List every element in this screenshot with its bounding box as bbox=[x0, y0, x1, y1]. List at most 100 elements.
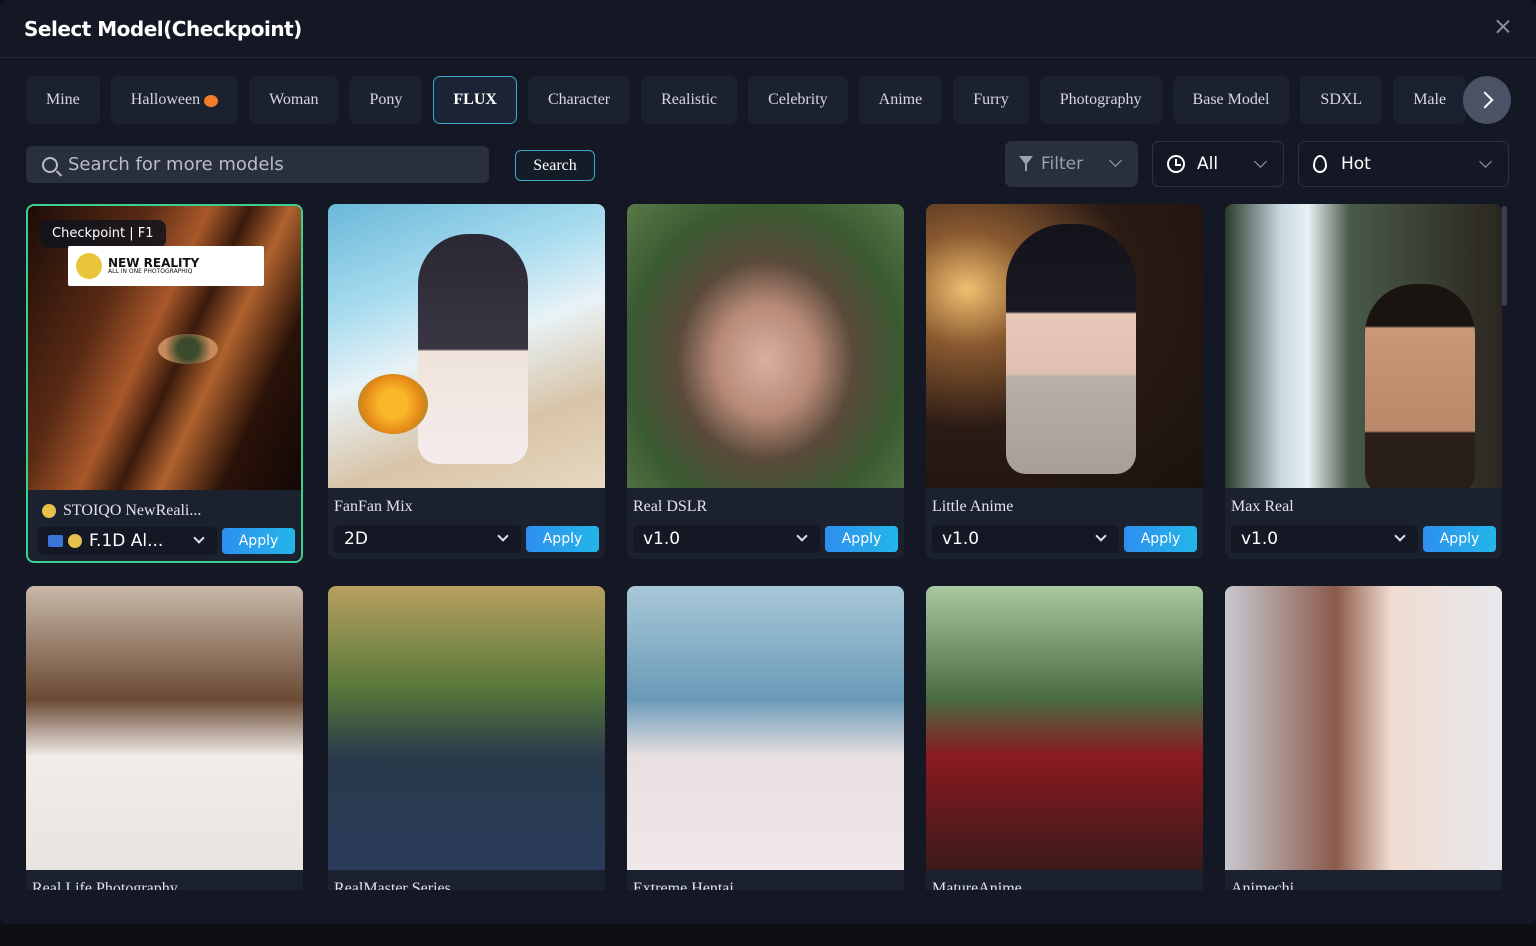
pumpkin-icon bbox=[204, 95, 219, 107]
chevron-down-icon bbox=[193, 532, 205, 544]
version-select[interactable]: F.1D Al... bbox=[38, 527, 217, 555]
new-badge-icon bbox=[48, 535, 63, 547]
version-select[interactable]: v1.0 bbox=[1231, 525, 1418, 553]
model-card[interactable]: FanFan Mix 2D Apply bbox=[328, 204, 605, 559]
tab-base-model[interactable]: Base Model bbox=[1172, 76, 1290, 124]
tab-celebrity[interactable]: Celebrity bbox=[748, 76, 848, 124]
model-thumbnail bbox=[926, 586, 1203, 870]
chevron-down-icon bbox=[796, 530, 808, 542]
version-label: v1.0 bbox=[1241, 529, 1279, 549]
version-label: 2D bbox=[344, 529, 368, 549]
model-card[interactable]: MatureAnime bbox=[926, 586, 1203, 916]
model-card[interactable]: Checkpoint | F1 NEW REALITY ALL IN ONE P… bbox=[26, 204, 303, 563]
close-icon[interactable] bbox=[1494, 18, 1512, 36]
chevron-down-icon bbox=[1479, 155, 1492, 168]
model-name: FanFan Mix bbox=[334, 498, 413, 515]
sort-label: Hot bbox=[1341, 154, 1371, 174]
model-name: Little Anime bbox=[932, 498, 1014, 515]
chevron-right-icon bbox=[1476, 91, 1493, 109]
tab-character[interactable]: Character bbox=[527, 76, 631, 124]
tab-photography[interactable]: Photography bbox=[1039, 76, 1162, 124]
flame-icon bbox=[1313, 155, 1327, 173]
apply-button[interactable]: Apply bbox=[825, 526, 898, 552]
model-name-label: STOIQO NewReali... bbox=[63, 502, 202, 519]
modal-footer bbox=[0, 890, 1536, 925]
model-type-badge: Checkpoint | F1 bbox=[40, 220, 166, 248]
search-button[interactable]: Search bbox=[515, 150, 595, 181]
apply-button[interactable]: Apply bbox=[526, 526, 599, 552]
time-range-dropdown[interactable]: All bbox=[1152, 141, 1284, 187]
modal-header: Select Model(Checkpoint) bbox=[0, 0, 1536, 58]
tab-sdxl[interactable]: SDXL bbox=[1300, 76, 1383, 124]
model-thumbnail bbox=[328, 586, 605, 870]
character-figure bbox=[418, 234, 528, 464]
model-thumbnail bbox=[627, 586, 904, 870]
model-name: STOIQO NewReali... bbox=[28, 490, 301, 522]
person-figure bbox=[1365, 284, 1475, 488]
model-card[interactable]: Animechi bbox=[1225, 586, 1502, 916]
scrollbar[interactable] bbox=[1502, 206, 1507, 306]
sunflower-bouquet bbox=[358, 374, 428, 434]
modal-title: Select Model(Checkpoint) bbox=[24, 16, 302, 41]
version-label: F.1D Al... bbox=[89, 531, 164, 551]
model-card[interactable]: Little Anime v1.0 Apply bbox=[926, 204, 1203, 559]
tab-realistic[interactable]: Realistic bbox=[641, 76, 738, 124]
tab-woman[interactable]: Woman bbox=[249, 76, 339, 124]
chevron-down-icon bbox=[1109, 154, 1122, 167]
chevron-down-icon bbox=[1254, 155, 1267, 168]
model-logo: NEW REALITY ALL IN ONE PHOTOGRAPHIQ bbox=[68, 246, 264, 286]
apply-button[interactable]: Apply bbox=[1423, 526, 1496, 552]
search-box bbox=[26, 146, 489, 183]
time-range-label: All bbox=[1197, 154, 1219, 174]
model-thumbnail bbox=[1225, 204, 1502, 488]
character-figure bbox=[1006, 224, 1136, 474]
model-status-icon bbox=[42, 504, 56, 518]
tab-male[interactable]: Male bbox=[1393, 76, 1467, 124]
chevron-down-icon bbox=[1095, 530, 1107, 542]
model-thumbnail bbox=[627, 204, 904, 488]
model-thumbnail bbox=[1225, 586, 1502, 870]
model-card[interactable]: Extreme Hentai bbox=[627, 586, 904, 916]
tab-pony[interactable]: Pony bbox=[349, 76, 423, 124]
category-tabs: Mine Halloween Woman Pony FLUX Character… bbox=[26, 76, 1512, 124]
search-icon bbox=[42, 156, 58, 173]
model-thumbnail bbox=[26, 586, 303, 870]
apply-button[interactable]: Apply bbox=[1124, 526, 1197, 552]
model-card[interactable]: Real DSLR v1.0 Apply bbox=[627, 204, 904, 559]
version-select[interactable]: 2D bbox=[334, 525, 521, 553]
page-bottom-bar bbox=[0, 924, 1536, 946]
logo-subtitle: ALL IN ONE PHOTOGRAPHIQ bbox=[108, 268, 193, 275]
model-card[interactable]: Real Life Photography bbox=[26, 586, 303, 916]
tab-anime[interactable]: Anime bbox=[858, 76, 943, 124]
sort-dropdown[interactable]: Hot bbox=[1298, 141, 1509, 187]
tab-flux[interactable]: FLUX bbox=[433, 76, 517, 124]
model-name: Real DSLR bbox=[633, 498, 708, 515]
model-card[interactable]: RealMaster Series bbox=[328, 586, 605, 916]
apply-button[interactable]: Apply bbox=[222, 528, 295, 554]
version-select[interactable]: v1.0 bbox=[633, 525, 820, 553]
filter-dropdown[interactable]: Filter bbox=[1005, 141, 1138, 187]
select-model-modal: Select Model(Checkpoint) Mine Halloween … bbox=[0, 0, 1536, 925]
model-thumbnail bbox=[926, 204, 1203, 488]
model-thumbnail: Checkpoint | F1 NEW REALITY ALL IN ONE P… bbox=[28, 206, 301, 490]
filter-icon bbox=[1019, 156, 1033, 172]
tab-label: Halloween bbox=[130, 91, 201, 108]
model-thumbnail bbox=[328, 204, 605, 488]
tabs-next-button[interactable] bbox=[1463, 76, 1511, 124]
tab-mine[interactable]: Mine bbox=[26, 76, 100, 124]
logo-icon bbox=[76, 253, 102, 279]
chevron-down-icon bbox=[1394, 530, 1406, 542]
clock-icon bbox=[1167, 155, 1185, 173]
chevron-down-icon bbox=[497, 530, 509, 542]
version-label: v1.0 bbox=[643, 529, 681, 549]
model-name: Max Real bbox=[1231, 498, 1294, 515]
model-card[interactable]: Max Real v1.0 Apply bbox=[1225, 204, 1502, 559]
version-status-icon bbox=[68, 534, 82, 548]
search-input[interactable] bbox=[68, 154, 468, 175]
tab-furry[interactable]: Furry bbox=[953, 76, 1029, 124]
eye-detail bbox=[158, 334, 218, 364]
version-label: v1.0 bbox=[942, 529, 980, 549]
tab-halloween[interactable]: Halloween bbox=[110, 76, 239, 124]
filter-label: Filter bbox=[1041, 154, 1084, 174]
version-select[interactable]: v1.0 bbox=[932, 525, 1119, 553]
